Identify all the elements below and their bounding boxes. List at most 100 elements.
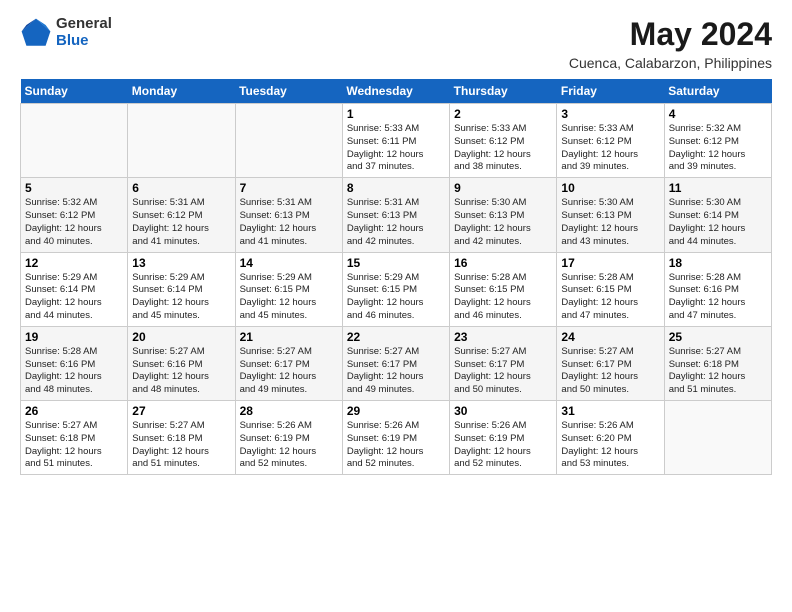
day-number-4: 4 [669, 107, 767, 121]
day-number-5: 5 [25, 181, 123, 195]
day-number-30: 30 [454, 404, 552, 418]
day-info-25: Sunrise: 5:27 AM Sunset: 6:18 PM Dayligh… [669, 346, 767, 397]
day-number-26: 26 [25, 404, 123, 418]
logo-blue-text: Blue [56, 33, 112, 50]
day-number-23: 23 [454, 330, 552, 344]
header-friday: Friday [557, 79, 664, 104]
calendar-cell-3-3: 22 Sunrise: 5:27 AM Sunset: 6:17 PM Dayli… [342, 326, 449, 400]
day-info-17: Sunrise: 5:28 AM Sunset: 6:15 PM Dayligh… [561, 272, 659, 323]
day-number-14: 14 [240, 256, 338, 270]
day-number-10: 10 [561, 181, 659, 195]
day-info-7: Sunrise: 5:31 AM Sunset: 6:13 PM Dayligh… [240, 197, 338, 248]
calendar-cell-0-3: 1 Sunrise: 5:33 AM Sunset: 6:11 PM Daylig… [342, 104, 449, 178]
header-wednesday: Wednesday [342, 79, 449, 104]
day-info-14: Sunrise: 5:29 AM Sunset: 6:15 PM Dayligh… [240, 272, 338, 323]
day-number-8: 8 [347, 181, 445, 195]
calendar-cell-1-6: 11 Sunrise: 5:30 AM Sunset: 6:14 PM Dayli… [664, 178, 771, 252]
week-row-1: 1 Sunrise: 5:33 AM Sunset: 6:11 PM Daylig… [21, 104, 772, 178]
calendar-cell-1-5: 10 Sunrise: 5:30 AM Sunset: 6:13 PM Dayli… [557, 178, 664, 252]
day-number-27: 27 [132, 404, 230, 418]
header-saturday: Saturday [664, 79, 771, 104]
calendar-cell-3-2: 21 Sunrise: 5:27 AM Sunset: 6:17 PM Dayli… [235, 326, 342, 400]
location-text: Cuenca, Calabarzon, Philippines [569, 55, 772, 71]
day-info-23: Sunrise: 5:27 AM Sunset: 6:17 PM Dayligh… [454, 346, 552, 397]
day-number-20: 20 [132, 330, 230, 344]
day-info-20: Sunrise: 5:27 AM Sunset: 6:16 PM Dayligh… [132, 346, 230, 397]
calendar-cell-0-1 [128, 104, 235, 178]
day-info-15: Sunrise: 5:29 AM Sunset: 6:15 PM Dayligh… [347, 272, 445, 323]
day-number-22: 22 [347, 330, 445, 344]
header-thursday: Thursday [450, 79, 557, 104]
day-number-28: 28 [240, 404, 338, 418]
logo: General Blue [20, 16, 112, 49]
day-info-12: Sunrise: 5:29 AM Sunset: 6:14 PM Dayligh… [25, 272, 123, 323]
calendar-cell-2-5: 17 Sunrise: 5:28 AM Sunset: 6:15 PM Dayli… [557, 252, 664, 326]
calendar-cell-4-2: 28Sunrise: 5:26 AM Sunset: 6:19 PM Dayli… [235, 401, 342, 475]
calendar-cell-0-2 [235, 104, 342, 178]
day-number-2: 2 [454, 107, 552, 121]
day-number-17: 17 [561, 256, 659, 270]
day-info-13: Sunrise: 5:29 AM Sunset: 6:14 PM Dayligh… [132, 272, 230, 323]
day-info-18: Sunrise: 5:28 AM Sunset: 6:16 PM Dayligh… [669, 272, 767, 323]
calendar-cell-4-4: 30Sunrise: 5:26 AM Sunset: 6:19 PM Dayli… [450, 401, 557, 475]
day-number-25: 25 [669, 330, 767, 344]
header-sunday: Sunday [21, 79, 128, 104]
day-number-7: 7 [240, 181, 338, 195]
title-block: May 2024 Cuenca, Calabarzon, Philippines [569, 16, 772, 71]
calendar-cell-0-5: 3Sunrise: 5:33 AM Sunset: 6:12 PM Daylig… [557, 104, 664, 178]
calendar-cell-0-0 [21, 104, 128, 178]
day-number-15: 15 [347, 256, 445, 270]
calendar-cell-1-3: 8 Sunrise: 5:31 AM Sunset: 6:13 PM Daylig… [342, 178, 449, 252]
calendar-cell-2-3: 15 Sunrise: 5:29 AM Sunset: 6:15 PM Dayli… [342, 252, 449, 326]
calendar-cell-4-6 [664, 401, 771, 475]
day-info-31: Sunrise: 5:26 AM Sunset: 6:20 PM Dayligh… [561, 420, 659, 471]
day-number-31: 31 [561, 404, 659, 418]
day-info-5: Sunrise: 5:32 AM Sunset: 6:12 PM Dayligh… [25, 197, 123, 248]
page: General Blue May 2024 Cuenca, Calabarzon… [0, 0, 792, 612]
day-info-21: Sunrise: 5:27 AM Sunset: 6:17 PM Dayligh… [240, 346, 338, 397]
day-number-9: 9 [454, 181, 552, 195]
day-info-4: Sunrise: 5:32 AM Sunset: 6:12 PM Dayligh… [669, 123, 767, 174]
day-info-3: Sunrise: 5:33 AM Sunset: 6:12 PM Dayligh… [561, 123, 659, 174]
day-number-29: 29 [347, 404, 445, 418]
calendar-cell-1-0: 5 Sunrise: 5:32 AM Sunset: 6:12 PM Daylig… [21, 178, 128, 252]
day-number-16: 16 [454, 256, 552, 270]
day-number-19: 19 [25, 330, 123, 344]
calendar-cell-3-4: 23 Sunrise: 5:27 AM Sunset: 6:17 PM Dayli… [450, 326, 557, 400]
day-number-1: 1 [347, 107, 445, 121]
day-info-16: Sunrise: 5:28 AM Sunset: 6:15 PM Dayligh… [454, 272, 552, 323]
week-row-2: 5 Sunrise: 5:32 AM Sunset: 6:12 PM Daylig… [21, 178, 772, 252]
day-info-19: Sunrise: 5:28 AM Sunset: 6:16 PM Dayligh… [25, 346, 123, 397]
day-info-1: Sunrise: 5:33 AM Sunset: 6:11 PM Dayligh… [347, 123, 445, 174]
day-info-29: Sunrise: 5:26 AM Sunset: 6:19 PM Dayligh… [347, 420, 445, 471]
day-info-11: Sunrise: 5:30 AM Sunset: 6:14 PM Dayligh… [669, 197, 767, 248]
day-info-9: Sunrise: 5:30 AM Sunset: 6:13 PM Dayligh… [454, 197, 552, 248]
calendar-cell-2-2: 14 Sunrise: 5:29 AM Sunset: 6:15 PM Dayli… [235, 252, 342, 326]
calendar-cell-2-4: 16 Sunrise: 5:28 AM Sunset: 6:15 PM Dayli… [450, 252, 557, 326]
calendar-cell-2-1: 13 Sunrise: 5:29 AM Sunset: 6:14 PM Dayli… [128, 252, 235, 326]
day-number-11: 11 [669, 181, 767, 195]
calendar-cell-4-5: 31 Sunrise: 5:26 AM Sunset: 6:20 PM Dayli… [557, 401, 664, 475]
day-info-6: Sunrise: 5:31 AM Sunset: 6:12 PM Dayligh… [132, 197, 230, 248]
calendar-cell-0-6: 4 Sunrise: 5:32 AM Sunset: 6:12 PM Daylig… [664, 104, 771, 178]
day-info-2: Sunrise: 5:33 AM Sunset: 6:12 PM Dayligh… [454, 123, 552, 174]
day-info-24: Sunrise: 5:27 AM Sunset: 6:17 PM Dayligh… [561, 346, 659, 397]
calendar-cell-2-6: 18 Sunrise: 5:28 AM Sunset: 6:16 PM Dayli… [664, 252, 771, 326]
calendar-cell-1-2: 7 Sunrise: 5:31 AM Sunset: 6:13 PM Daylig… [235, 178, 342, 252]
day-info-26: Sunrise: 5:27 AM Sunset: 6:18 PM Dayligh… [25, 420, 123, 471]
day-number-18: 18 [669, 256, 767, 270]
day-number-12: 12 [25, 256, 123, 270]
day-info-10: Sunrise: 5:30 AM Sunset: 6:13 PM Dayligh… [561, 197, 659, 248]
calendar-cell-2-0: 12 Sunrise: 5:29 AM Sunset: 6:14 PM Dayli… [21, 252, 128, 326]
logo-icon [20, 17, 52, 49]
calendar-cell-4-3: 29 Sunrise: 5:26 AM Sunset: 6:19 PM Dayli… [342, 401, 449, 475]
day-info-22: Sunrise: 5:27 AM Sunset: 6:17 PM Dayligh… [347, 346, 445, 397]
day-number-21: 21 [240, 330, 338, 344]
day-number-13: 13 [132, 256, 230, 270]
calendar-cell-3-1: 20 Sunrise: 5:27 AM Sunset: 6:16 PM Dayli… [128, 326, 235, 400]
day-info-27: Sunrise: 5:27 AM Sunset: 6:18 PM Dayligh… [132, 420, 230, 471]
calendar-table: Sunday Monday Tuesday Wednesday Thursday… [20, 79, 772, 475]
day-info-8: Sunrise: 5:31 AM Sunset: 6:13 PM Dayligh… [347, 197, 445, 248]
calendar-cell-3-5: 24Sunrise: 5:27 AM Sunset: 6:17 PM Dayli… [557, 326, 664, 400]
month-year-title: May 2024 [569, 16, 772, 53]
